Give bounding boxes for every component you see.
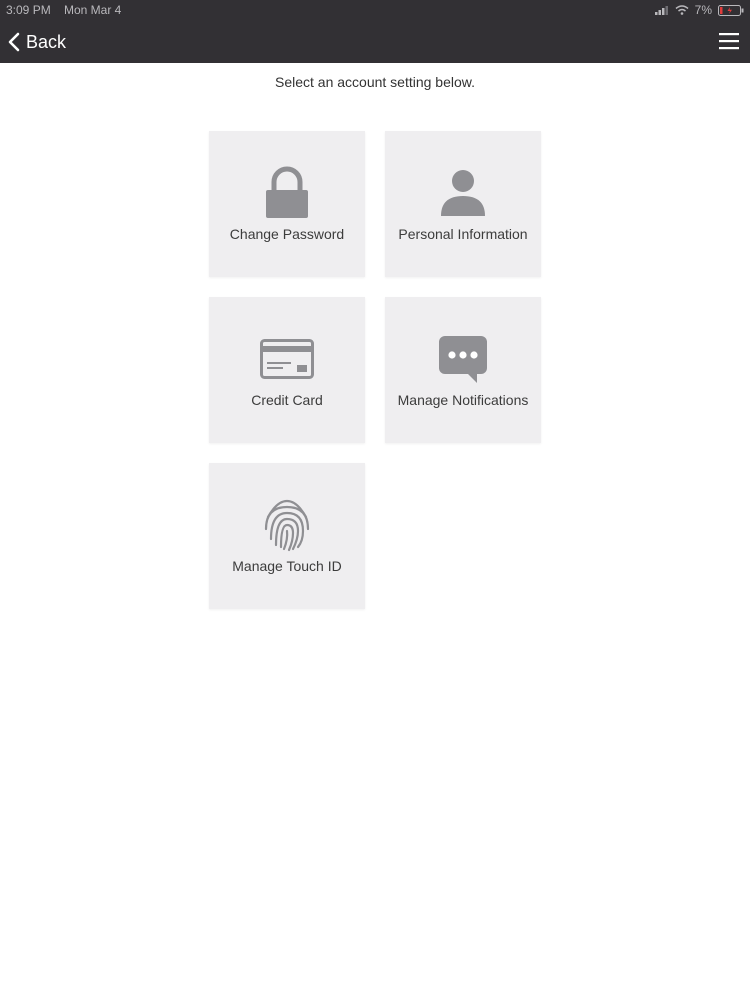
back-button[interactable]: Back bbox=[8, 28, 66, 56]
person-icon bbox=[441, 170, 485, 216]
tile-label: Change Password bbox=[229, 226, 345, 242]
status-time: 3:09 PM bbox=[6, 3, 51, 17]
battery-percentage: 7% bbox=[694, 3, 712, 17]
tile-label: Credit Card bbox=[251, 392, 323, 408]
status-date: Mon Mar 4 bbox=[64, 3, 122, 17]
credit-card-icon bbox=[260, 339, 314, 379]
chevron-left-icon bbox=[8, 32, 20, 52]
hamburger-menu-icon bbox=[719, 33, 739, 50]
fingerprint-icon bbox=[264, 499, 310, 552]
manage-notifications-tile[interactable]: Manage Notifications bbox=[385, 297, 541, 443]
personal-information-tile[interactable]: Personal Information bbox=[385, 131, 541, 277]
tile-label: Manage Touch ID bbox=[232, 558, 342, 574]
menu-button[interactable] bbox=[718, 30, 740, 52]
nav-bar: Back bbox=[0, 20, 750, 63]
signal-icon bbox=[654, 6, 668, 15]
chat-bubble-icon bbox=[439, 336, 487, 383]
status-bar: 3:09 PM Mon Mar 4 7% bbox=[0, 0, 750, 20]
status-indicators: 7% bbox=[654, 3, 744, 17]
tile-label: Personal Information bbox=[398, 226, 528, 242]
manage-touch-id-tile[interactable]: Manage Touch ID bbox=[209, 463, 365, 609]
page-instruction: Select an account setting below. bbox=[274, 74, 476, 90]
back-label: Back bbox=[26, 31, 67, 52]
credit-card-tile[interactable]: Credit Card bbox=[209, 297, 365, 443]
tile-label: Manage Notifications bbox=[397, 392, 529, 408]
wifi-icon bbox=[675, 5, 689, 15]
lock-icon bbox=[266, 166, 308, 218]
battery-icon bbox=[718, 4, 744, 16]
change-password-tile[interactable]: Change Password bbox=[209, 131, 365, 277]
